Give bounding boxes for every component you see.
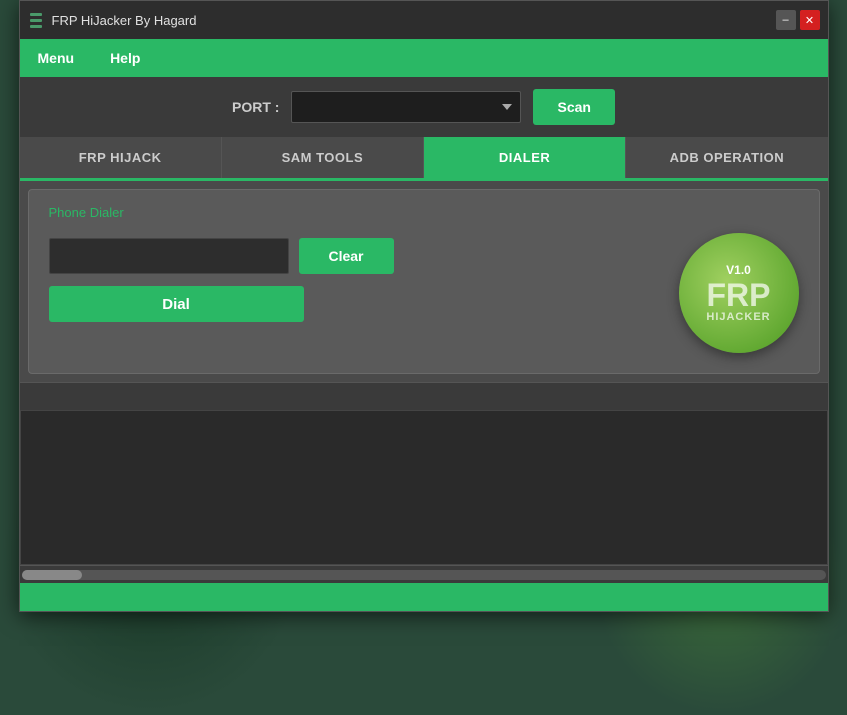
frp-sub: HIJACKER: [706, 311, 770, 323]
menu-bar: Menu Help: [20, 39, 828, 77]
scroll-thumb[interactable]: [22, 570, 82, 580]
frp-text: FRP: [707, 279, 771, 311]
tab-sam-tools[interactable]: SAM TOOLS: [222, 137, 424, 178]
dialer-controls: Clear Dial: [49, 238, 659, 322]
title-bar: FRP HiJacker By Hagard – ✕: [20, 1, 828, 39]
main-window: FRP HiJacker By Hagard – ✕ Menu Help POR…: [19, 0, 829, 612]
window-title: FRP HiJacker By Hagard: [52, 13, 197, 28]
tab-bar: FRP HIJACK SAM TOOLS DIALER ADB OPERATIO…: [20, 137, 828, 181]
menu-item-menu[interactable]: Menu: [30, 46, 83, 70]
title-controls: – ✕: [776, 10, 820, 30]
scroll-track: [22, 570, 826, 580]
minimize-button[interactable]: –: [776, 10, 796, 30]
port-select[interactable]: [291, 91, 521, 123]
frp-logo: V1.0 FRP HIJACKER: [679, 233, 799, 353]
dial-button[interactable]: Dial: [49, 286, 304, 322]
clear-button[interactable]: Clear: [299, 238, 394, 274]
menu-item-help[interactable]: Help: [102, 46, 148, 70]
phone-number-input[interactable]: [49, 238, 289, 274]
dialer-input-row: Clear: [49, 238, 659, 274]
scan-button[interactable]: Scan: [533, 89, 614, 125]
title-bar-left: FRP HiJacker By Hagard: [28, 10, 197, 30]
dialer-body: Clear Dial V1.0 FRP HIJACKER: [49, 238, 799, 353]
dialer-title: Phone Dialer: [49, 205, 799, 220]
tab-frp-hijack[interactable]: FRP HIJACK: [20, 137, 222, 178]
log-area[interactable]: [20, 410, 828, 565]
status-bar: [20, 382, 828, 410]
close-button[interactable]: ✕: [800, 10, 820, 30]
dialer-panel: Phone Dialer Clear Dial V1.0 FRP HIJACKE…: [28, 189, 820, 374]
tab-dialer[interactable]: DIALER: [424, 137, 626, 178]
port-row: PORT : Scan: [20, 77, 828, 137]
app-icon: [28, 10, 44, 30]
scrollbar-container: [20, 565, 828, 583]
tab-adb-operation[interactable]: ADB OPERATION: [626, 137, 827, 178]
content-area: Phone Dialer Clear Dial V1.0 FRP HIJACKE…: [20, 181, 828, 382]
bottom-bar: [20, 583, 828, 611]
port-label: PORT :: [232, 99, 279, 115]
frp-version: V1.0: [726, 263, 751, 277]
